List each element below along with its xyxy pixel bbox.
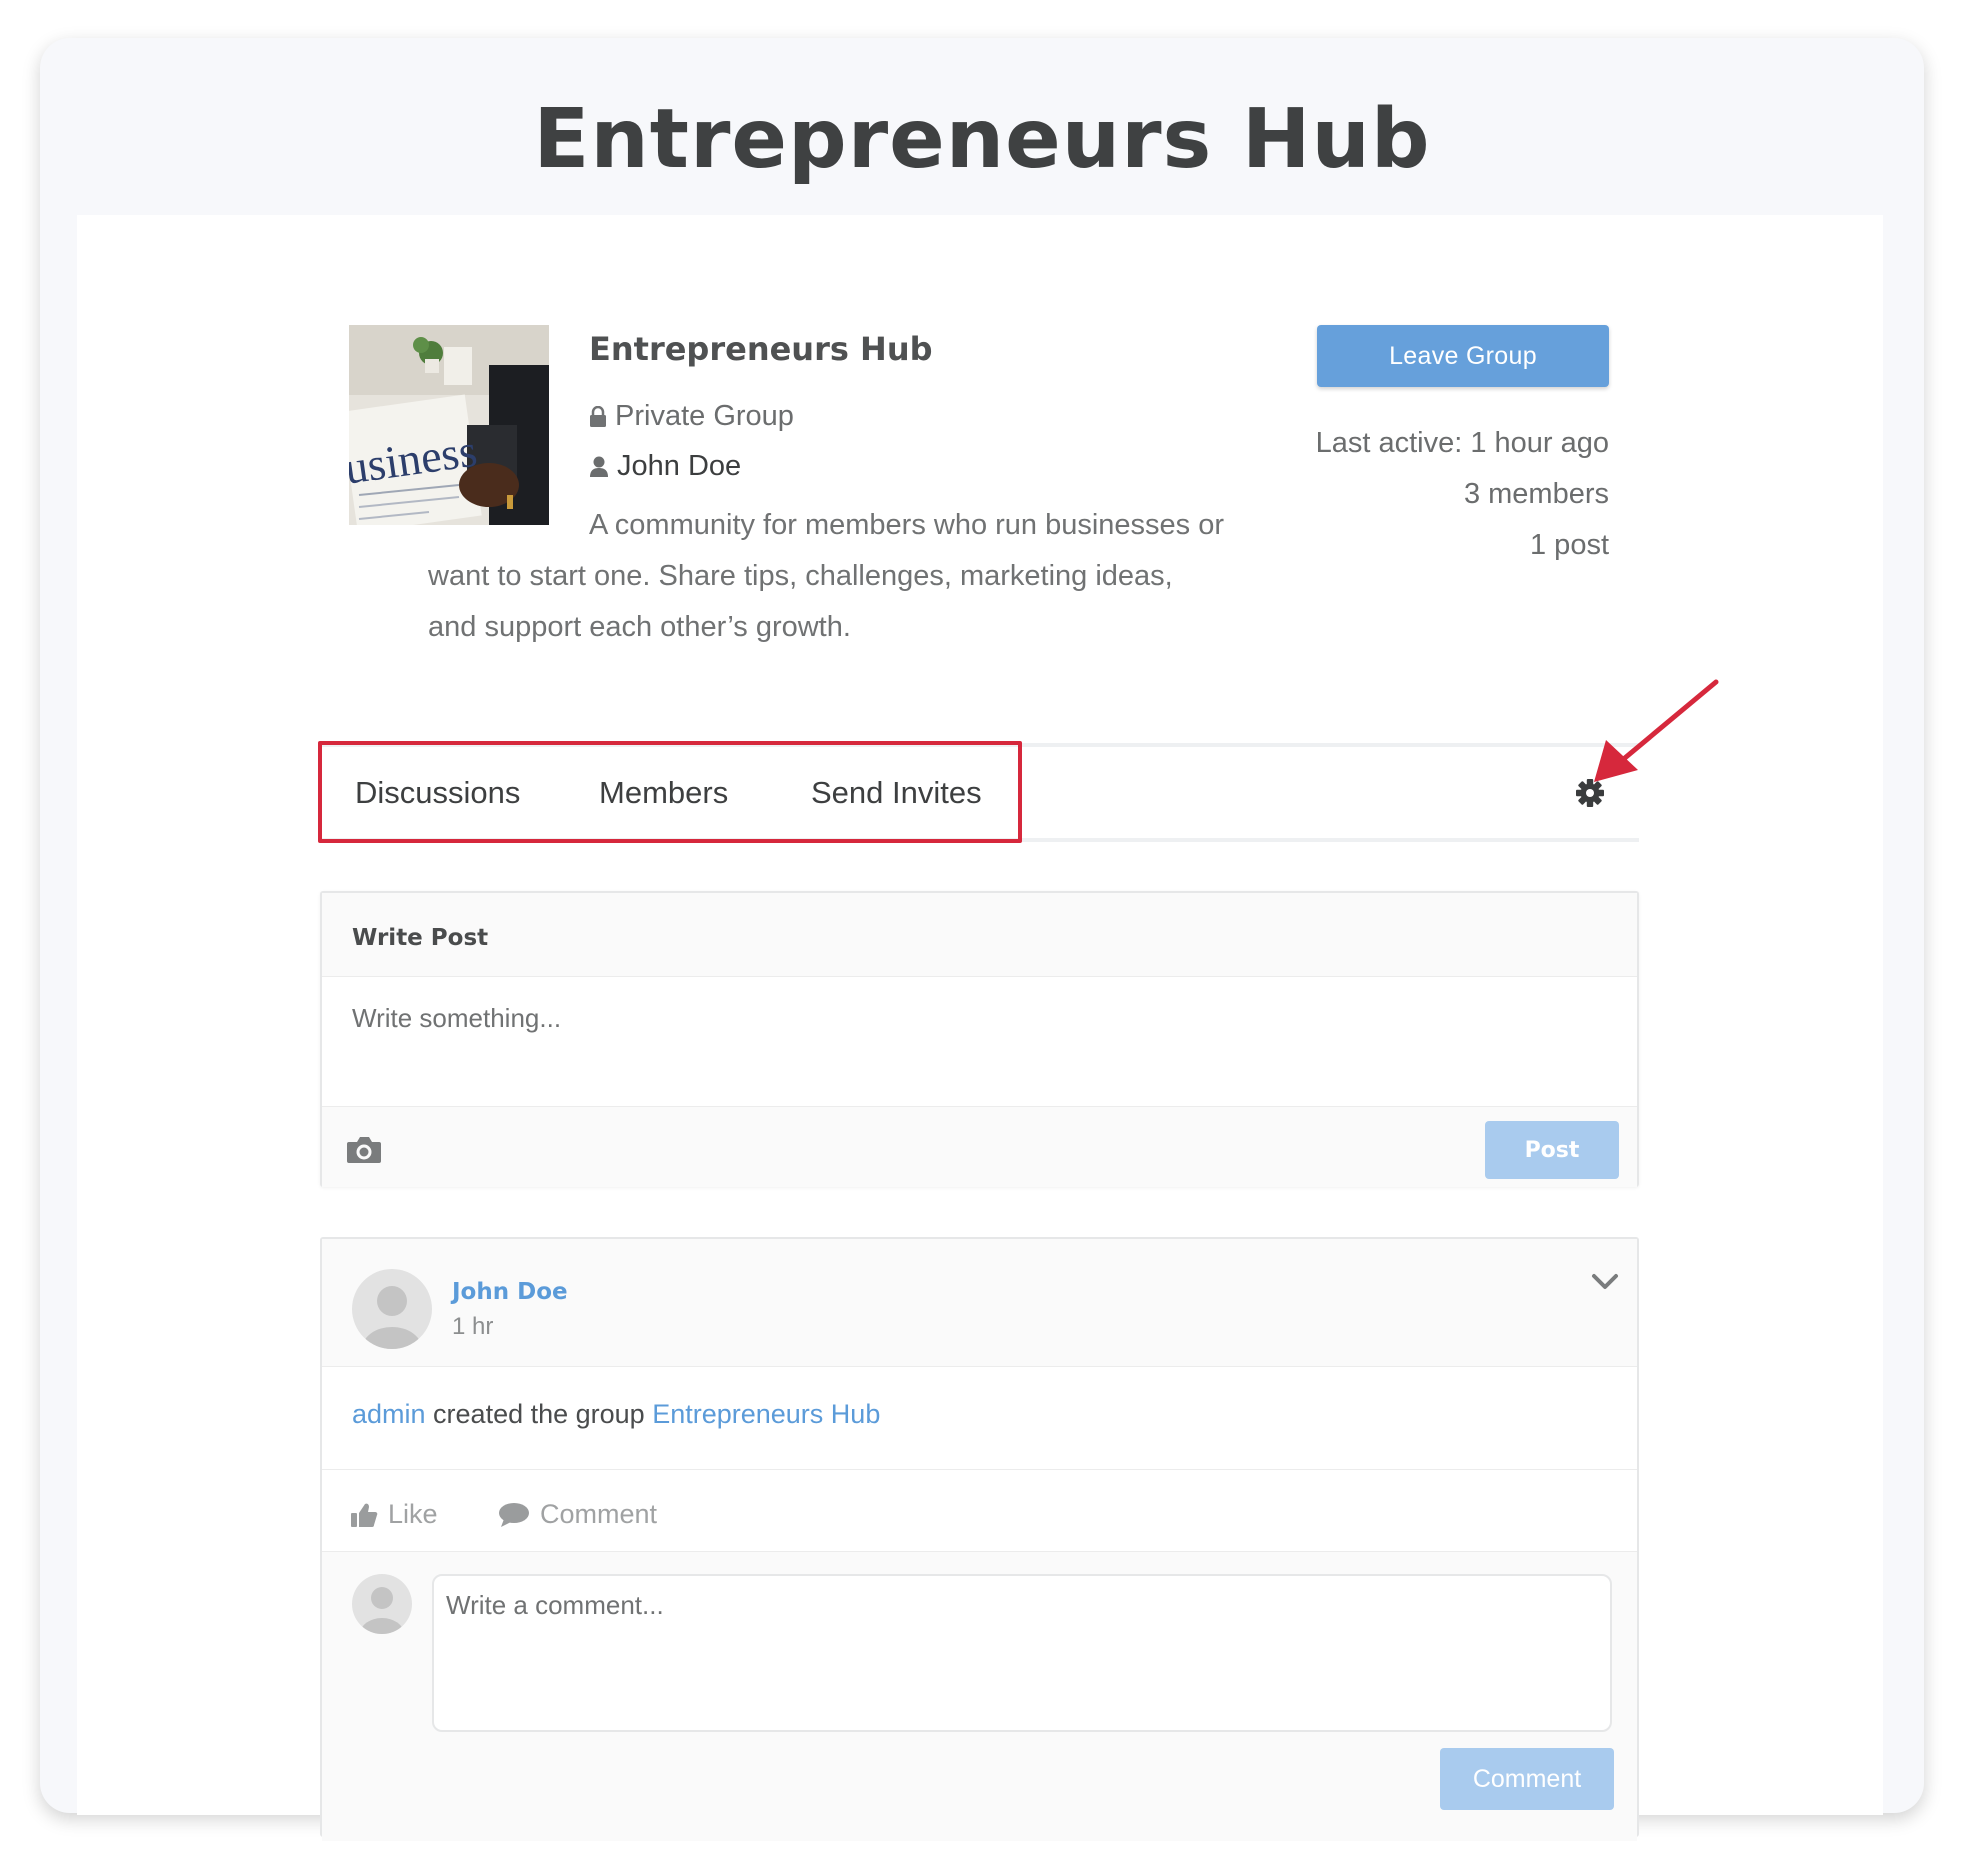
write-post-card: Write Post Post [320,891,1639,1187]
privacy-text: Private Group [615,400,794,432]
group-description: A community for members who run business… [428,509,1225,643]
write-post-header: Write Post [322,893,1637,977]
post-button[interactable]: Post [1485,1121,1619,1179]
activity-action-text: created the group [425,1399,653,1429]
members-count: 3 members [1463,478,1609,510]
group-link[interactable]: Entrepreneurs Hub [652,1399,880,1429]
comment-action-label: Comment [540,1499,658,1529]
last-active: Last active: 1 hour ago [1315,427,1609,459]
owner-name[interactable]: John Doe [617,450,741,483]
activity-card: John Doe 1 hr admin created the group En… [320,1237,1639,1841]
user-icon [590,456,608,477]
comment-submit-button[interactable]: Comment [1440,1748,1614,1810]
page-title: Entrepreneurs Hub [533,92,1431,187]
post-timestamp[interactable]: 1 hr [452,1313,493,1341]
privacy-label: Private Group [589,400,794,433]
owner-label: John Doe [589,450,741,483]
comment-input[interactable] [432,1574,1612,1732]
camera-icon[interactable] [346,1135,382,1165]
comment-area: Comment [322,1551,1637,1841]
thumbs-up-icon [351,1503,378,1527]
leave-group-button[interactable]: Leave Group [1317,325,1609,387]
comment-action-button[interactable]: Comment [498,1499,657,1530]
group-photo: usiness [349,325,549,525]
posts-count: 1 post [1530,529,1609,561]
divider [322,1469,1637,1470]
annotation-arrow-icon [1594,679,1719,782]
group-stats: Last active: 1 hour ago 3 members 1 post [1240,418,1609,571]
post-author-name[interactable]: John Doe [452,1279,568,1305]
like-label: Like [388,1499,438,1529]
group-name: Entrepreneurs Hub [589,330,933,368]
group-avatar-image: usiness [349,325,549,525]
activity-header: John Doe 1 hr [322,1239,1637,1367]
avatar-icon [352,1574,412,1634]
write-post-title: Write Post [352,925,489,951]
comment-bubble-icon [499,1502,529,1527]
lock-icon [590,405,606,427]
activity-text: admin created the group Entrepreneurs Hu… [352,1399,880,1430]
like-button[interactable]: Like [350,1499,438,1530]
avatar-icon[interactable] [352,1269,432,1349]
write-post-footer: Post [322,1106,1637,1187]
tabs-highlight-box [318,741,1022,843]
chevron-down-icon[interactable] [1590,1271,1620,1293]
actor-link[interactable]: admin [352,1399,426,1429]
write-post-input[interactable] [352,1003,1602,1034]
